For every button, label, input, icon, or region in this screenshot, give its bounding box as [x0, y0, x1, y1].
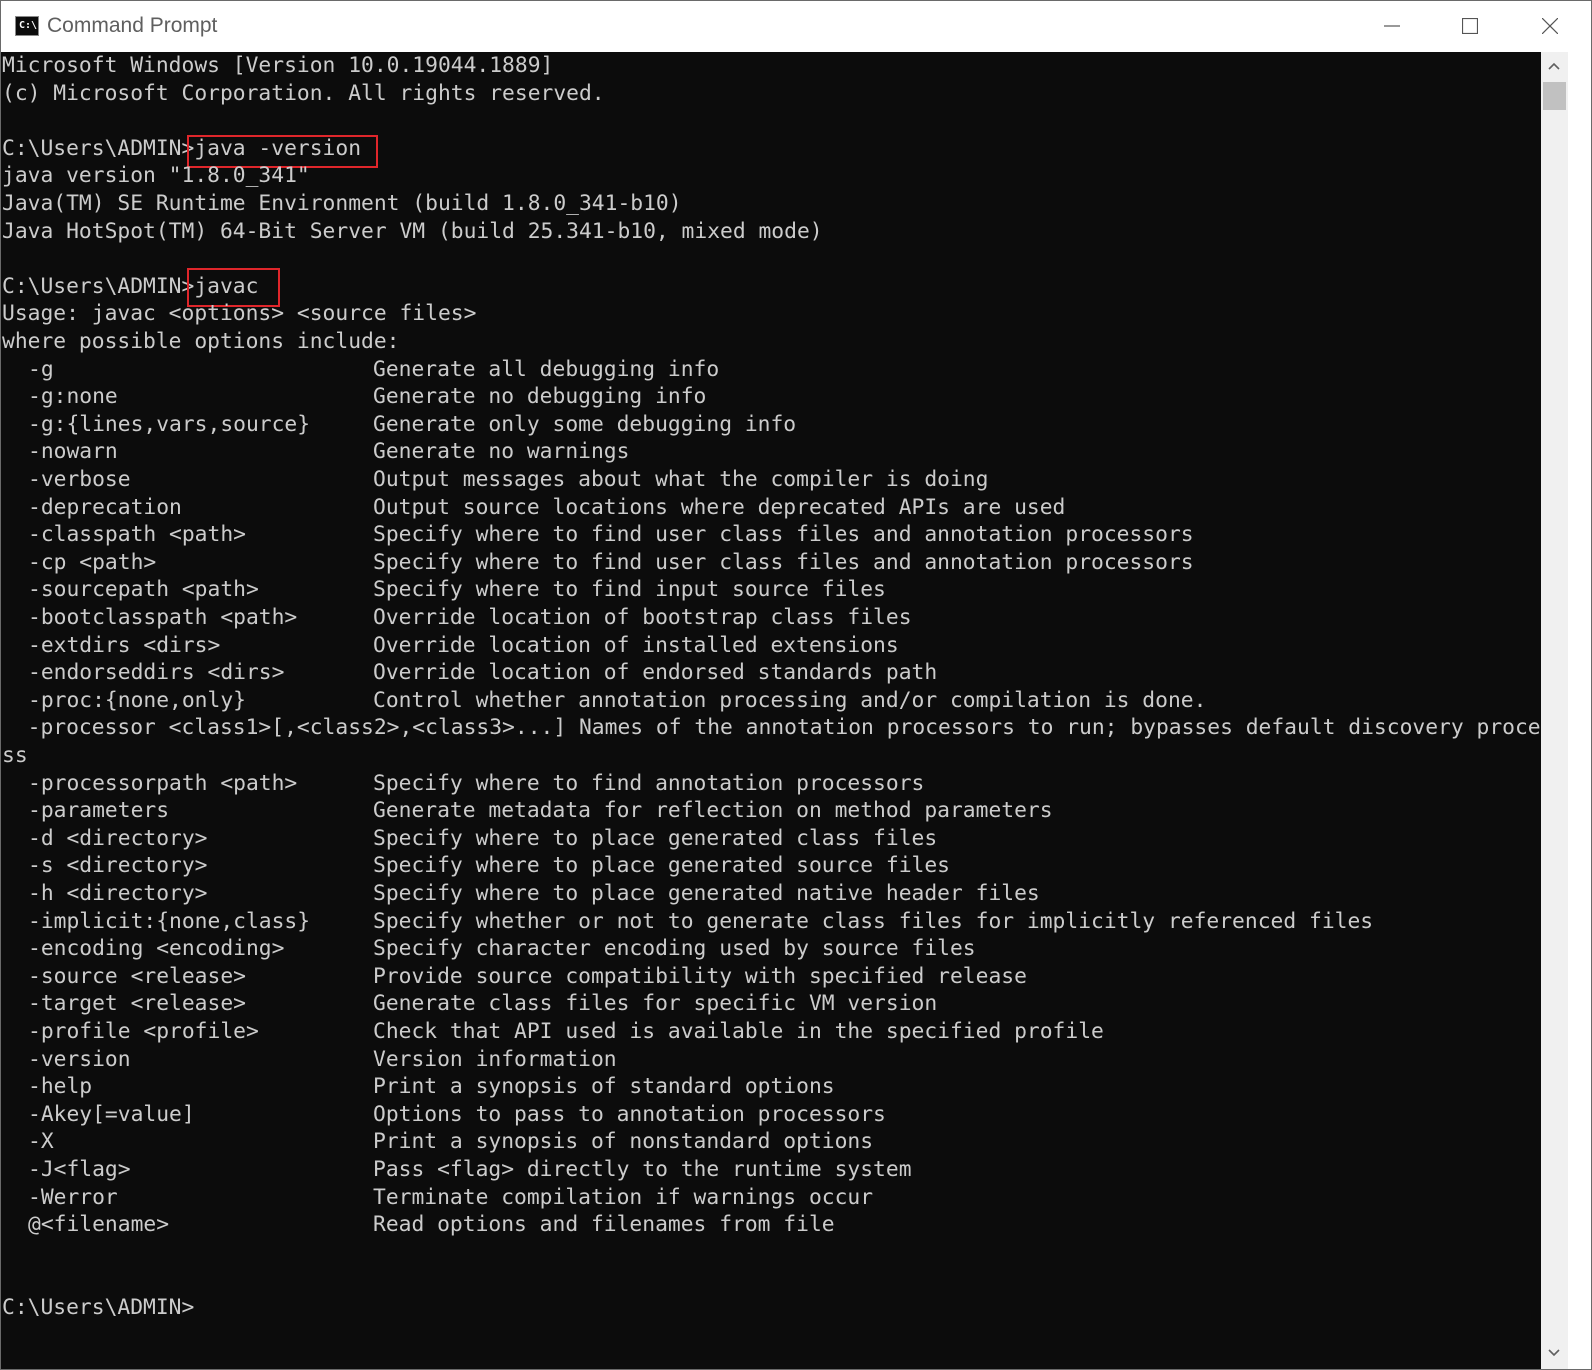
close-button[interactable] [1511, 1, 1589, 52]
option-flag: @<filename> [28, 1212, 170, 1238]
option-flag: -nowarn [28, 439, 118, 465]
option-flag: -profile <profile> [28, 1019, 259, 1044]
option-description: Specify where to find annotation process… [373, 770, 925, 796]
chevron-up-icon [1548, 62, 1560, 70]
window-title: Command Prompt [47, 14, 218, 37]
chevron-down-icon [1548, 1349, 1560, 1357]
option-flag: -Akey[=value] [28, 1101, 195, 1127]
option-flag: -source <release> [28, 963, 246, 989]
console-output[interactable]: Microsoft Windows [Version 10.0.19044.18… [1, 52, 1541, 1369]
option-flag: -s <directory> [28, 853, 208, 879]
option-description: Override location of installed extension… [373, 632, 899, 658]
option-description: Output source locations where deprecated… [373, 494, 1066, 520]
scroll-thumb[interactable] [1543, 82, 1566, 110]
option-description: Check that API used is available in the … [373, 1019, 1104, 1044]
option-description: Provide source compatibility with specif… [373, 963, 1027, 989]
option-flag: -g [28, 356, 54, 382]
output-line: Java(TM) SE Runtime Environment (build 1… [2, 191, 682, 216]
option-flag: -deprecation [28, 494, 182, 520]
scroll-up-button[interactable] [1541, 52, 1568, 82]
option-description: Generate metadata for reflection on meth… [373, 798, 1053, 824]
usage-line: Usage: javac <options> <source files> [2, 301, 477, 327]
option-flag: -target <release> [28, 991, 246, 1017]
minimize-icon [1384, 25, 1400, 27]
option-flag: -X [28, 1129, 54, 1155]
option-description: Print a synopsis of standard options [373, 1074, 835, 1100]
close-icon [1542, 18, 1558, 34]
cmd-app-icon[interactable]: C:\ [15, 16, 39, 36]
option-description: Override location of bootstrap class fil… [373, 605, 912, 630]
option-flag: -sourcepath <path> [28, 577, 259, 603]
option-description: Pass <flag> directly to the runtime syst… [373, 1157, 912, 1182]
option-flag: -endorseddirs <dirs> [28, 660, 285, 686]
option-flag: -verbose [28, 467, 131, 492]
option-description: Terminate compilation if warnings occur [373, 1184, 874, 1210]
minimize-button[interactable] [1353, 1, 1431, 52]
option-description: Specify where to place generated source … [373, 853, 950, 879]
option-description: Override location of endorsed standards … [373, 660, 938, 686]
option-description: Specify character encoding used by sourc… [373, 936, 976, 962]
option-description: Control whether annotation processing an… [373, 687, 1207, 713]
option-description: Generate only some debugging info [373, 411, 797, 437]
option-flag: -h <directory> [28, 881, 208, 906]
title-bar[interactable]: C:\ Command Prompt [1, 1, 1591, 52]
option-description: Specify whether or not to generate class… [373, 908, 1374, 934]
option-flag: -classpath <path> [28, 522, 246, 548]
option-flag: -parameters [28, 798, 170, 824]
scroll-down-button[interactable] [1541, 1339, 1568, 1369]
cmd-icon-glyph: C:\ [19, 20, 38, 31]
maximize-button[interactable] [1431, 1, 1509, 52]
vertical-scrollbar[interactable] [1541, 52, 1568, 1369]
output-line: Java HotSpot(TM) 64-Bit Server VM (build… [2, 218, 823, 244]
option-description: Specify where to place generated native … [373, 881, 1040, 906]
maximize-icon [1462, 18, 1478, 34]
command-prompt-window: C:\ Command Prompt Microsoft Windows [Ve… [0, 0, 1592, 1370]
option-flag: -proc:{none,only} [28, 687, 246, 713]
option-description: Options to pass to annotation processors [373, 1101, 886, 1127]
option-flag: -processorpath <path> [28, 770, 298, 796]
option-description: Output messages about what the compiler … [373, 467, 989, 492]
prompt-text: C:\Users\ADMIN> [2, 135, 195, 161]
header-line: (c) Microsoft Corporation. All rights re… [2, 80, 605, 106]
option-description: Specify where to find user class files a… [373, 549, 1194, 575]
option-flag: -version [28, 1046, 131, 1072]
option-description: Generate class files for specific VM ver… [373, 991, 938, 1017]
option-description: Specify where to place generated class f… [373, 825, 938, 851]
where-line: where possible options include: [2, 329, 400, 354]
output-line: java version "1.8.0_341" [2, 163, 310, 189]
header-line: Microsoft Windows [Version 10.0.19044.18… [2, 53, 554, 78]
option-description: Generate no debugging info [373, 384, 707, 410]
prompt-text: C:\Users\ADMIN> [2, 273, 195, 299]
option-flag: -implicit:{none,class} [28, 908, 311, 934]
option-flag: -extdirs <dirs> [28, 632, 221, 658]
option-flag: -help [28, 1074, 93, 1100]
option-flag: -g:{lines,vars,source} [28, 411, 311, 437]
option-description: Generate all debugging info [373, 356, 720, 382]
option-description: Specify where to find input source files [373, 577, 886, 603]
option-flag: -bootclasspath <path> [28, 605, 298, 630]
final-prompt[interactable]: C:\Users\ADMIN> [2, 1294, 194, 1322]
processor-line: -processor <class1>[,<class2>,<class3>..… [2, 715, 1541, 741]
option-flag: -Werror [28, 1184, 118, 1210]
option-flag: -J<flag> [28, 1157, 131, 1182]
option-description: Specify where to find user class files a… [373, 522, 1194, 548]
option-description: Read options and filenames from file [373, 1212, 835, 1238]
option-flag: -cp <path> [28, 549, 157, 575]
option-description: Generate no warnings [373, 439, 630, 465]
option-description: Version information [373, 1046, 617, 1072]
option-description: Print a synopsis of nonstandard options [373, 1129, 874, 1155]
option-flag: -encoding <encoding> [28, 936, 285, 962]
option-flag: -d <directory> [28, 825, 208, 851]
processor-wrap-line: ss [2, 743, 28, 768]
option-flag: -g:none [28, 384, 118, 410]
